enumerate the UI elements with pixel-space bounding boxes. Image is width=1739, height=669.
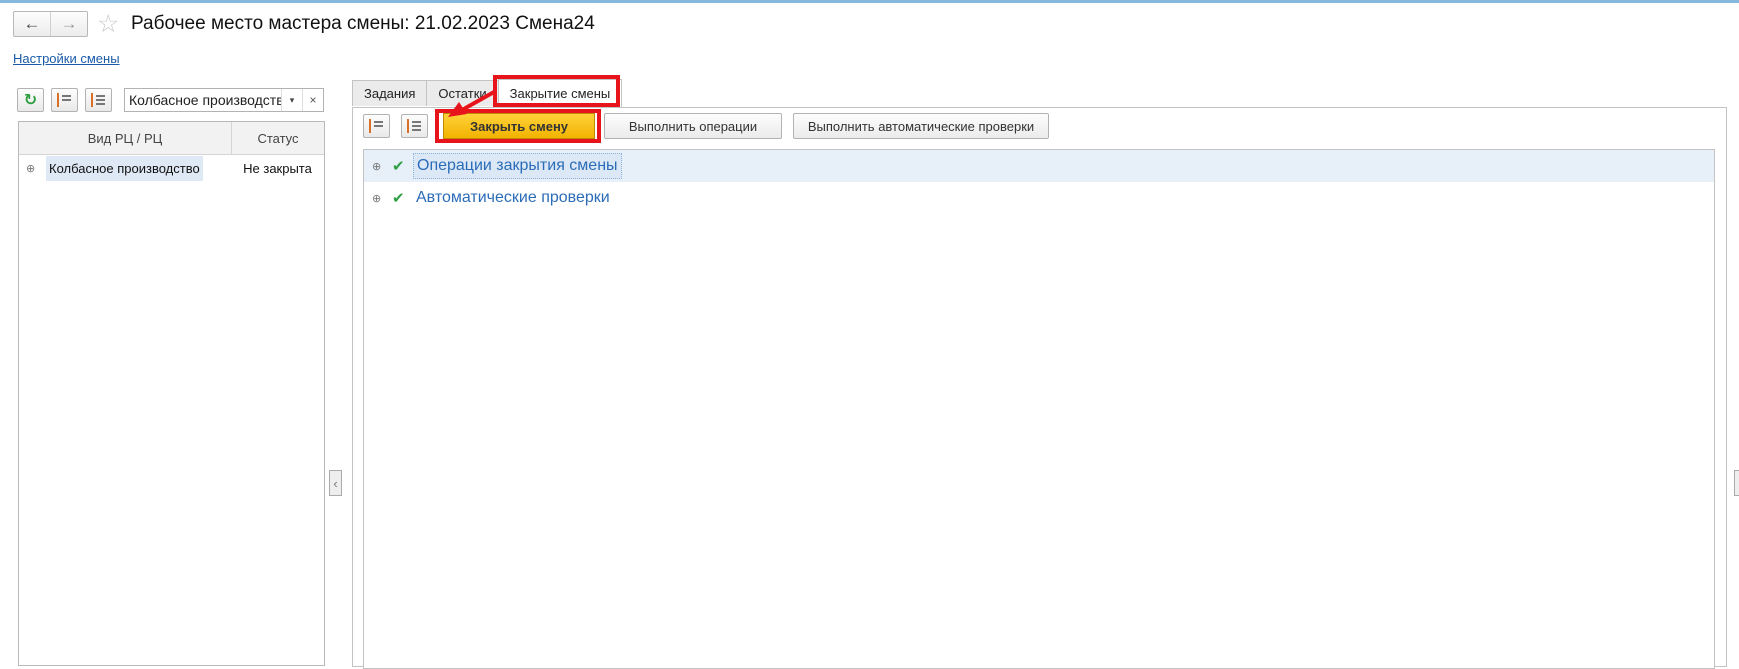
column-header-status[interactable]: Статус <box>232 122 324 154</box>
collapse-tree-icon <box>407 119 422 133</box>
forward-button[interactable]: → <box>50 12 87 36</box>
list-item[interactable]: ⊕ ✔ Автоматические проверки <box>364 182 1714 214</box>
left-toolbar: ↻ <box>17 88 112 112</box>
window-top-border <box>0 0 1739 3</box>
run-auto-checks-button[interactable]: Выполнить автоматические проверки <box>793 113 1049 139</box>
work-center-filter[interactable]: Колбасное производство ▾ × <box>124 88 324 112</box>
chevron-left-icon: ‹ <box>333 475 338 491</box>
back-button[interactable]: ← <box>14 12 50 36</box>
operation-label[interactable]: Автоматические проверки <box>413 186 613 210</box>
expand-all-button[interactable] <box>51 88 78 112</box>
work-center-status: Не закрыта <box>243 161 312 176</box>
navigation-buttons: ← → <box>13 11 88 37</box>
tab-remains[interactable]: Остатки <box>426 80 499 106</box>
list-item[interactable]: ⊕ ✔ Операции закрытия смены <box>364 150 1714 182</box>
refresh-icon: ↻ <box>23 92 38 109</box>
collapse-tree-icon <box>91 93 106 107</box>
page-title: Рабочее место мастера смены: 21.02.2023 … <box>131 13 595 34</box>
expand-tree-icon <box>57 93 72 107</box>
work-center-filter-value[interactable]: Колбасное производство <box>125 89 281 111</box>
highlight-box-tab <box>493 75 620 107</box>
collapse-all-button[interactable] <box>401 114 428 138</box>
table-row[interactable]: ⊕ Колбасное производство Не закрыта <box>19 155 324 182</box>
tab-tasks[interactable]: Задания <box>352 80 428 106</box>
shift-settings-link[interactable]: Настройки смены <box>13 51 120 66</box>
column-header-work-center[interactable]: Вид РЦ / РЦ <box>19 122 232 154</box>
collapse-panel-handle[interactable]: ‹ <box>329 470 342 496</box>
favorite-star-icon[interactable]: ☆ <box>97 10 119 38</box>
refresh-button[interactable]: ↻ <box>17 88 44 112</box>
operations-tree: ⊕ ✔ Операции закрытия смены ⊕ ✔ Автомати… <box>363 149 1715 669</box>
expand-icon[interactable]: ⊕ <box>372 192 384 205</box>
expand-all-button[interactable] <box>363 114 390 138</box>
run-operations-button[interactable]: Выполнить операции <box>604 113 782 139</box>
expand-tree-icon <box>369 119 384 133</box>
dropdown-arrow-icon[interactable]: ▾ <box>281 89 302 111</box>
expand-icon[interactable]: ⊕ <box>26 162 40 175</box>
expand-icon[interactable]: ⊕ <box>372 160 384 173</box>
operation-label[interactable]: Операции закрытия смены <box>413 153 622 179</box>
collapse-all-button[interactable] <box>85 88 112 112</box>
highlight-box-button <box>435 109 601 143</box>
right-panel-handle[interactable] <box>1734 470 1739 496</box>
table-header: Вид РЦ / РЦ Статус <box>19 122 324 155</box>
check-icon: ✔ <box>392 190 405 207</box>
right-toolbar <box>363 113 428 139</box>
work-centers-table: Вид РЦ / РЦ Статус ⊕ Колбасное производс… <box>18 121 325 666</box>
work-center-name: Колбасное производство <box>46 156 203 181</box>
clear-icon[interactable]: × <box>302 89 323 111</box>
check-icon: ✔ <box>392 158 405 175</box>
